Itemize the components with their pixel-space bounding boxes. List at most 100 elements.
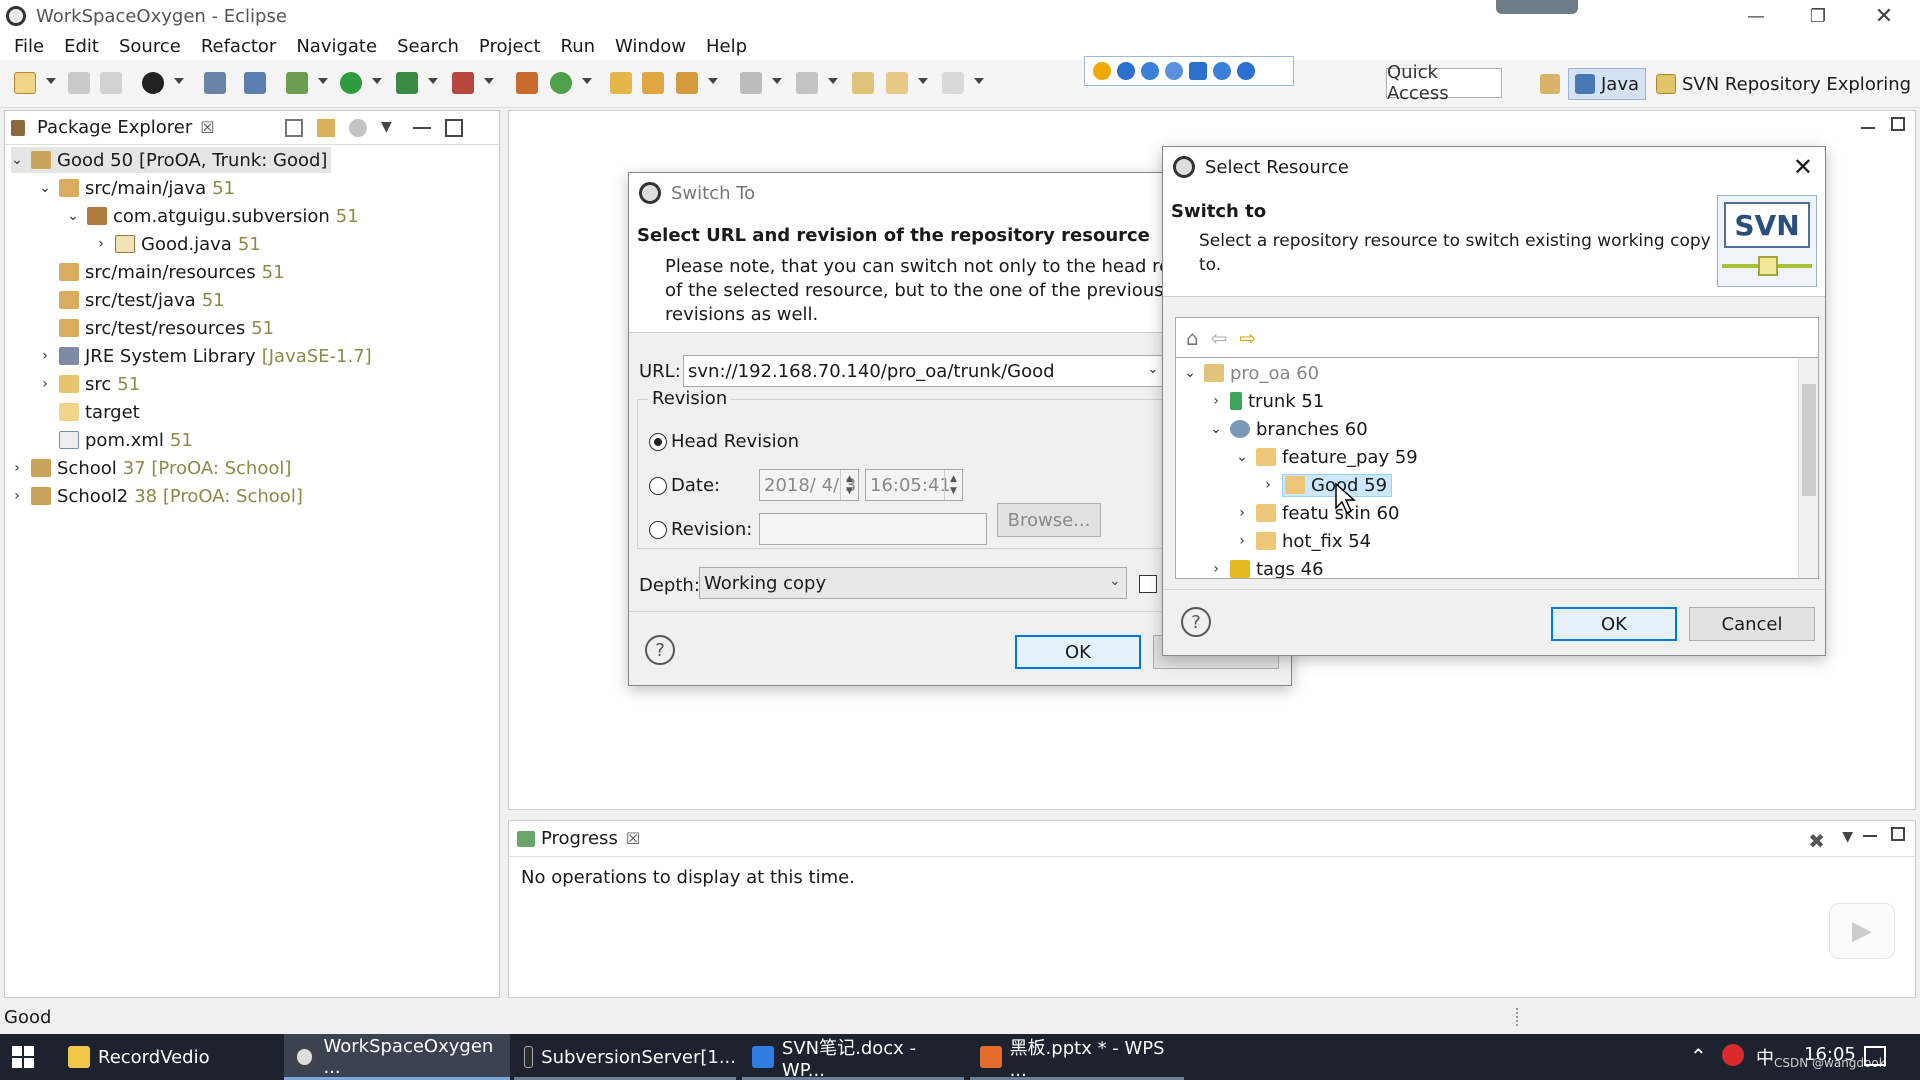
- chevron-right-icon[interactable]: ›: [1210, 394, 1222, 408]
- select-cancel-button[interactable]: Cancel: [1689, 607, 1815, 641]
- scrollbar-thumb[interactable]: [1802, 384, 1816, 496]
- chevron-down-icon[interactable]: ⌄: [1109, 573, 1121, 589]
- tree-node-feature-pay[interactable]: ⌄ feature_pay 59: [1236, 444, 1418, 470]
- head-revision-radio[interactable]: Head Revision: [649, 431, 799, 452]
- last-edit-icon[interactable]: [852, 72, 874, 94]
- ime-chinese-icon[interactable]: [1117, 62, 1135, 80]
- debug-icon[interactable]: [286, 72, 308, 94]
- terminal-icon[interactable]: [204, 72, 226, 94]
- menu-help[interactable]: Help: [696, 36, 757, 57]
- chevron-right-icon[interactable]: ›: [39, 377, 51, 391]
- tree-node-pro-oa[interactable]: ⌄ pro_oa 60: [1184, 360, 1319, 386]
- run-dropdown-icon[interactable]: [372, 78, 382, 84]
- chevron-down-icon[interactable]: ⌄: [1236, 450, 1248, 464]
- debug-dropdown-icon[interactable]: [318, 78, 328, 84]
- maximize-editor-icon[interactable]: [1891, 117, 1905, 131]
- browse-button[interactable]: Browse...: [997, 503, 1101, 537]
- tree-node-tags[interactable]: › tags 46: [1210, 556, 1324, 578]
- help-icon[interactable]: ?: [645, 635, 675, 665]
- tree-node-src-test-java[interactable]: src/test/java 51: [59, 287, 225, 313]
- minimize-editor-icon[interactable]: [1861, 121, 1875, 129]
- chevron-right-icon[interactable]: ›: [1236, 534, 1248, 548]
- tree-node-src-test-resources[interactable]: src/test/resources 51: [59, 315, 274, 341]
- revision-radio[interactable]: Revision:: [649, 519, 752, 540]
- taskbar-item-svn-notes[interactable]: SVN笔记.docx - WP...: [742, 1034, 964, 1080]
- date-radio[interactable]: Date:: [649, 475, 720, 496]
- menu-edit[interactable]: Edit: [54, 36, 109, 57]
- tree-node-src-main-resources[interactable]: src/main/resources 51: [59, 259, 285, 285]
- play-overlay-icon[interactable]: ▶: [1829, 903, 1895, 959]
- previous-annotation-icon[interactable]: [796, 72, 818, 94]
- tray-expand-icon[interactable]: ⌃: [1690, 1044, 1707, 1068]
- chevron-down-icon[interactable]: ⌄: [39, 181, 51, 195]
- external-tools-icon[interactable]: [452, 72, 474, 94]
- chevron-right-icon[interactable]: ›: [95, 237, 107, 251]
- menu-source[interactable]: Source: [109, 36, 191, 57]
- chevron-right-icon[interactable]: ›: [1236, 506, 1248, 520]
- back-arrow-icon[interactable]: ⇦: [1211, 326, 1228, 350]
- ime-punctuation-icon[interactable]: [1165, 62, 1183, 80]
- previous-annotation-dropdown-icon[interactable]: [828, 78, 838, 84]
- collapse-all-icon[interactable]: [285, 119, 303, 137]
- minimize-view-icon[interactable]: [1863, 829, 1877, 837]
- forward-icon[interactable]: [942, 72, 964, 94]
- revision-field[interactable]: [759, 513, 987, 545]
- chevron-right-icon[interactable]: ›: [1262, 478, 1274, 492]
- save-all-icon[interactable]: [100, 72, 122, 94]
- menu-refactor[interactable]: Refactor: [191, 36, 287, 57]
- chevron-down-icon[interactable]: ⌄: [11, 153, 23, 167]
- minimize-view-icon[interactable]: [413, 119, 431, 129]
- view-menu-icon[interactable]: ▼: [1842, 829, 1853, 845]
- coverage-dropdown-icon[interactable]: [428, 78, 438, 84]
- taskbar-item-recordvedio[interactable]: RecordVedio: [58, 1034, 278, 1080]
- time-spinner[interactable]: ▲ ▼: [944, 470, 962, 500]
- ime-toolbar[interactable]: [1084, 56, 1294, 86]
- chevron-down-icon[interactable]: ⌄: [1210, 422, 1222, 436]
- maximize-view-icon[interactable]: [445, 119, 463, 137]
- date-spinner[interactable]: ▲ ▼: [840, 470, 858, 500]
- new-class-icon[interactable]: [550, 72, 572, 94]
- svn-dropdown-icon[interactable]: [174, 78, 184, 84]
- tree-node-hot-fix[interactable]: › hot_fix 54: [1236, 528, 1371, 554]
- ime-keyboard-icon[interactable]: [1189, 62, 1207, 80]
- ime-settings-icon[interactable]: [1237, 62, 1255, 80]
- taskbar-item-blackboard[interactable]: 黑板.pptx * - WPS ...: [970, 1034, 1184, 1080]
- tree-node-branches[interactable]: ⌄ branches 60: [1210, 416, 1368, 442]
- notification-icon[interactable]: [1864, 1046, 1886, 1066]
- link-with-editor-icon[interactable]: [317, 119, 335, 137]
- close-icon[interactable]: ✕: [1793, 153, 1813, 181]
- help-icon[interactable]: ?: [1181, 607, 1211, 637]
- next-annotation-dropdown-icon[interactable]: [772, 78, 782, 84]
- menu-window[interactable]: Window: [605, 36, 696, 57]
- tray-ime-indicator[interactable]: 中: [1756, 1044, 1774, 1070]
- save-icon[interactable]: [68, 72, 90, 94]
- close-icon[interactable]: ☒: [200, 118, 214, 137]
- view-menu-icon[interactable]: ▼: [381, 119, 399, 137]
- open-perspective-button[interactable]: [1534, 68, 1566, 100]
- tree-node-jre-library[interactable]: › JRE System Library [JavaSE-1.7]: [39, 343, 372, 369]
- tree-node-school[interactable]: › School 37 [ProOA: School]: [11, 455, 291, 481]
- menu-project[interactable]: Project: [469, 36, 551, 57]
- svn-icon[interactable]: [142, 72, 164, 94]
- tree-node-pom[interactable]: pom.xml 51: [59, 427, 193, 453]
- taskbar-item-subversion[interactable]: SubversionServer[1...: [514, 1034, 736, 1080]
- external-tools-dropdown-icon[interactable]: [484, 78, 494, 84]
- tree-node-src[interactable]: › src 51: [39, 371, 140, 397]
- progress-tab[interactable]: Progress ☒: [509, 821, 1915, 857]
- menu-navigate[interactable]: Navigate: [286, 36, 387, 57]
- perspective-svn[interactable]: SVN Repository Exploring: [1650, 68, 1917, 100]
- new-class-dropdown-icon[interactable]: [582, 78, 592, 84]
- quick-access-input[interactable]: Quick Access: [1386, 62, 1502, 104]
- tree-node-package[interactable]: ⌄ com.atguigu.subversion 51: [67, 203, 359, 229]
- open-task-icon[interactable]: [642, 72, 664, 94]
- maximize-view-icon[interactable]: [1891, 827, 1905, 841]
- menu-file[interactable]: File: [4, 36, 54, 57]
- depth-checkbox[interactable]: [1139, 575, 1157, 593]
- select-ok-button[interactable]: OK: [1551, 607, 1677, 641]
- restore-button[interactable]: ❐: [1796, 0, 1840, 32]
- chevron-right-icon[interactable]: ›: [11, 489, 23, 503]
- filter-icon[interactable]: [349, 119, 367, 137]
- close-icon[interactable]: ☒: [626, 829, 640, 848]
- coverage-icon[interactable]: [396, 72, 418, 94]
- new-package-icon[interactable]: [516, 72, 538, 94]
